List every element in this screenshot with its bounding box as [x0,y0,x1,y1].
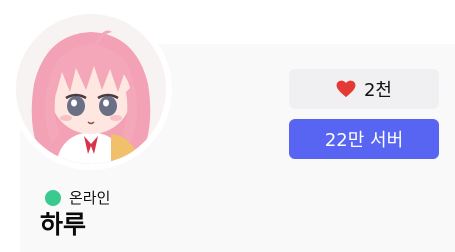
status-indicator: 온라인 [45,187,110,208]
like-count: 2천 [363,80,392,101]
avatar-image [16,14,166,164]
status-text: 온라인 [69,189,111,207]
online-status-dot [45,189,61,206]
servers-button[interactable]: 22만 서버 [289,119,439,159]
heart-icon [336,80,356,98]
avatar[interactable] [16,14,166,164]
username: 하루 [40,210,87,239]
like-button[interactable]: 2천 [289,69,439,109]
